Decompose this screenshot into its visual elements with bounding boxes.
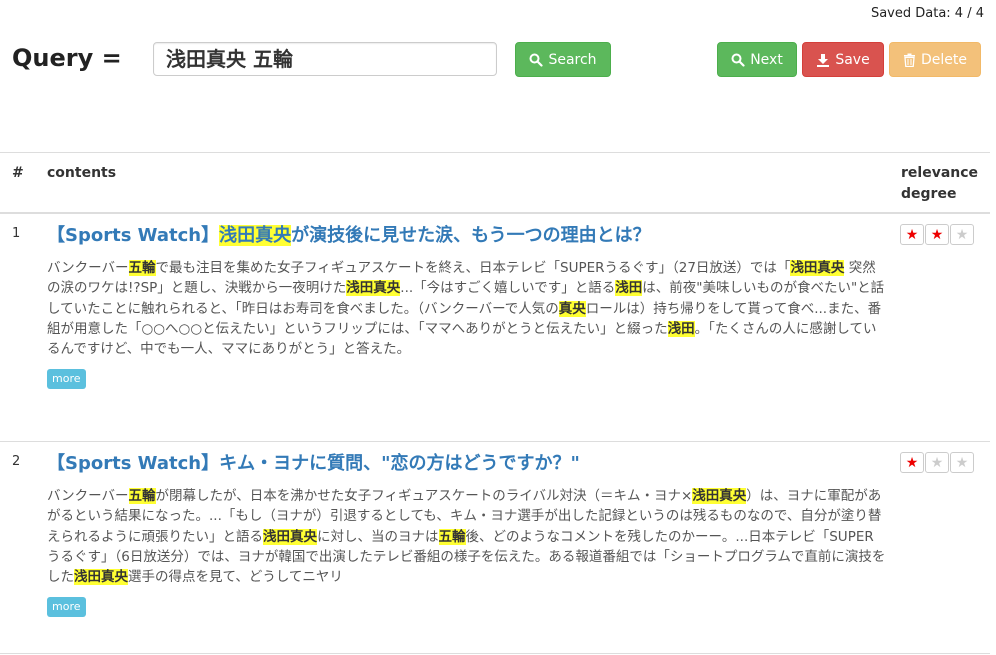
highlight-term: 浅田真央: [219, 225, 292, 246]
results-table: # contents relevance degree 1 【Sports Wat…: [0, 152, 990, 654]
col-contents-header: contents: [47, 165, 117, 181]
trash-icon: [903, 53, 916, 67]
text-segment: が閉幕したが、日本を沸かせた女子フィギュアスケートのライバル対決（＝キム・ヨナ×: [155, 488, 693, 504]
col-relevance-line1: relevance: [901, 165, 979, 181]
search-icon: [731, 53, 745, 67]
article-snippet: バンクーバー五輪で最も注目を集めた女子フィギュアスケートを終え、日本テレビ「SU…: [47, 258, 887, 359]
more-button[interactable]: more: [47, 597, 86, 618]
relevance-rating[interactable]: ★ ★ ★: [900, 452, 974, 473]
highlight-term: 浅田真央: [74, 569, 128, 586]
star-icon[interactable]: ★: [950, 224, 974, 245]
next-button[interactable]: Next: [717, 42, 797, 77]
text-segment: バンクーバー: [47, 260, 129, 276]
text-segment: 【Sports Watch】: [47, 225, 220, 246]
next-button-label: Next: [750, 51, 783, 68]
download-icon: [816, 53, 830, 67]
table-row: 1 【Sports Watch】浅田真央が演技後に見せた涙、もう一つの理由とは？バ…: [0, 214, 990, 442]
highlight-term: 五輪: [128, 260, 156, 276]
highlight-term: 浅田真央: [692, 488, 747, 504]
query-label: Query =: [12, 44, 122, 72]
col-num-header: #: [12, 165, 24, 181]
save-button[interactable]: Save: [802, 42, 884, 77]
table-header: # contents relevance degree: [0, 152, 990, 214]
text-segment: バンクーバー: [47, 488, 129, 504]
row-number: 2: [12, 454, 21, 469]
col-relevance-line2: degree: [901, 186, 957, 202]
highlight-term: 五輪: [128, 488, 156, 504]
article-title-link[interactable]: 【Sports Watch】浅田真央が演技後に見せた涙、もう一つの理由とは？: [47, 224, 887, 248]
text-segment: で最も注目を集めた女子フィギュアスケートを終え、日本テレビ「SUPERうるぐす」…: [155, 260, 791, 276]
highlight-term: 五輪: [438, 528, 466, 545]
highlight-term: 浅田真央: [790, 260, 845, 276]
text-segment: が演技後に見せた涙、もう一つの理由とは？: [291, 225, 651, 246]
star-icon[interactable]: ★: [925, 452, 949, 473]
article-title-link[interactable]: 【Sports Watch】キム・ヨナに質問、"恋の方はどうですか？": [47, 452, 887, 476]
col-relevance-header: relevance degree: [901, 163, 978, 205]
table-row: 2 【Sports Watch】キム・ヨナに質問、"恋の方はどうですか？" バンクー…: [0, 442, 990, 654]
text-segment: ...「今はすごく嬉しいです」と語る: [400, 280, 616, 297]
row-content: 【Sports Watch】浅田真央が演技後に見せた涙、もう一つの理由とは？ バン…: [47, 224, 887, 390]
search-icon: [529, 53, 544, 67]
text-segment: 選手の得点を見て、どうしてニヤリ: [128, 569, 343, 586]
highlight-term: 浅田真央: [263, 528, 317, 545]
table-body: 1 【Sports Watch】浅田真央が演技後に見せた涙、もう一つの理由とは？バ…: [0, 214, 990, 654]
search-button-label: Search: [548, 51, 597, 68]
star-icon[interactable]: ★: [900, 452, 924, 473]
highlight-term: 浅田真央: [346, 280, 401, 297]
row-number: 1: [12, 226, 21, 241]
saved-data-status: Saved Data: 4 / 4: [870, 6, 984, 21]
text-segment: に対し、当のヨナは: [317, 528, 439, 545]
query-input[interactable]: 浅田真央 五輪: [153, 42, 497, 76]
star-icon[interactable]: ★: [925, 224, 949, 245]
relevance-rating[interactable]: ★ ★ ★: [900, 224, 974, 245]
search-button[interactable]: Search: [515, 42, 611, 77]
highlight-term: 浅田: [667, 320, 695, 337]
row-content: 【Sports Watch】キム・ヨナに質問、"恋の方はどうですか？" バンクーバ…: [47, 452, 887, 618]
article-snippet: バンクーバー五輪が閉幕したが、日本を沸かせた女子フィギュアスケートのライバル対決…: [47, 486, 887, 587]
highlight-term: 真央: [558, 300, 586, 317]
delete-button-label: Delete: [921, 51, 967, 68]
star-icon[interactable]: ★: [950, 452, 974, 473]
save-button-label: Save: [835, 51, 870, 68]
delete-button[interactable]: Delete: [889, 42, 981, 77]
more-button[interactable]: more: [47, 369, 86, 390]
star-icon[interactable]: ★: [900, 224, 924, 245]
highlight-term: 浅田: [615, 280, 643, 297]
text-segment: 【Sports Watch】キム・ヨナに質問、"恋の方はどうですか？": [47, 453, 580, 474]
